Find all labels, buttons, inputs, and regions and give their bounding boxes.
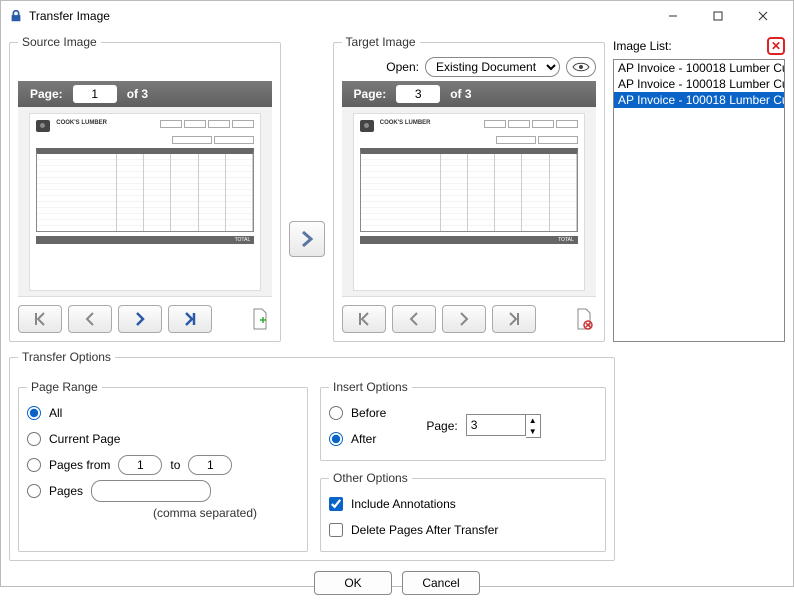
- image-list[interactable]: AP Invoice - 100018 Lumber Cuts - AP Inv…: [613, 59, 785, 342]
- page-range-to-input[interactable]: [188, 455, 232, 475]
- target-next-page-button[interactable]: [442, 305, 486, 333]
- view-button[interactable]: [566, 57, 596, 77]
- source-image-group: Source Image Page: 1 of 3 COOK'S LUMBER …: [9, 35, 281, 342]
- page-range-pages-radio[interactable]: [27, 484, 41, 498]
- other-options-group: Other Options Include Annotations Delete…: [320, 471, 606, 552]
- page-range-all-label: All: [49, 406, 62, 420]
- target-first-page-button[interactable]: [342, 305, 386, 333]
- other-options-legend: Other Options: [329, 471, 412, 485]
- source-next-page-button[interactable]: [118, 305, 162, 333]
- open-select[interactable]: Existing Document: [425, 57, 560, 77]
- source-document-thumbnail: COOK'S LUMBER TOTAL: [30, 114, 260, 290]
- target-pagebar: Page: 3 of 3: [342, 81, 596, 107]
- delete-after-checkbox[interactable]: [329, 523, 343, 537]
- page-range-current-label: Current Page: [49, 432, 120, 446]
- target-legend: Target Image: [342, 35, 420, 49]
- insert-options-group: Insert Options Before After Page: ▲▼: [320, 380, 606, 461]
- page-range-pages-label: Pages: [49, 484, 83, 498]
- page-range-from-radio[interactable]: [27, 458, 41, 472]
- target-image-group: Target Image Open: Existing Document Pag…: [333, 35, 605, 342]
- source-pagebar: Page: 1 of 3: [18, 81, 272, 107]
- insert-after-radio[interactable]: [329, 432, 343, 446]
- transfer-arrow-button[interactable]: [289, 221, 324, 257]
- insert-before-radio[interactable]: [329, 406, 343, 420]
- image-list-close-button[interactable]: ✕: [767, 37, 785, 55]
- target-page-number[interactable]: 3: [396, 85, 440, 103]
- page-range-group: Page Range All Current Page Pages from t…: [18, 380, 308, 552]
- list-item[interactable]: AP Invoice - 100018 Lumber Cuts -: [614, 76, 784, 92]
- source-first-page-button[interactable]: [18, 305, 62, 333]
- include-annotations-label: Include Annotations: [351, 497, 456, 511]
- insert-page-label: Page:: [426, 419, 457, 433]
- insert-options-legend: Insert Options: [329, 380, 412, 394]
- open-label: Open:: [386, 60, 419, 74]
- transfer-options-group: Transfer Options Page Range All Current …: [9, 350, 615, 561]
- page-range-pages-input[interactable]: [91, 480, 211, 502]
- source-last-page-button[interactable]: [168, 305, 212, 333]
- include-annotations-checkbox[interactable]: [329, 497, 343, 511]
- page-spin-down[interactable]: ▼: [526, 426, 540, 437]
- source-page-number[interactable]: 1: [73, 85, 117, 103]
- close-button[interactable]: [740, 1, 785, 31]
- page-range-to-label: to: [170, 458, 180, 472]
- transfer-options-legend: Transfer Options: [18, 350, 115, 364]
- ok-button[interactable]: OK: [314, 571, 392, 595]
- window-title: Transfer Image: [29, 9, 650, 23]
- maximize-button[interactable]: [695, 1, 740, 31]
- target-document-thumbnail: COOK'S LUMBER TOTAL: [354, 114, 584, 290]
- titlebar: Transfer Image: [1, 1, 793, 31]
- page-range-current-radio[interactable]: [27, 432, 41, 446]
- insert-after-label: After: [351, 432, 376, 446]
- page-range-hint: (comma separated): [111, 506, 299, 520]
- source-legend: Source Image: [18, 35, 101, 49]
- page-spin-up[interactable]: ▲: [526, 415, 540, 426]
- image-list-label: Image List:: [613, 39, 672, 53]
- source-preview: COOK'S LUMBER TOTAL: [18, 107, 272, 297]
- page-range-from-input[interactable]: [118, 455, 162, 475]
- insert-before-label: Before: [351, 406, 386, 420]
- list-item[interactable]: AP Invoice - 100018 Lumber Cuts -: [614, 60, 784, 76]
- source-add-page-icon[interactable]: [248, 305, 272, 333]
- target-last-page-button[interactable]: [492, 305, 536, 333]
- source-prev-page-button[interactable]: [68, 305, 112, 333]
- list-item[interactable]: AP Invoice - 100018 Lumber Cuts -: [614, 92, 784, 108]
- lock-icon: [9, 9, 23, 23]
- delete-after-label: Delete Pages After Transfer: [351, 523, 498, 537]
- target-page-label: Page:: [354, 87, 387, 101]
- insert-page-input[interactable]: [466, 414, 526, 436]
- target-page-of: of 3: [450, 87, 471, 101]
- minimize-button[interactable]: [650, 1, 695, 31]
- target-remove-page-icon[interactable]: [572, 305, 596, 333]
- cancel-button[interactable]: Cancel: [402, 571, 480, 595]
- page-range-from-label: Pages from: [49, 458, 110, 472]
- page-range-legend: Page Range: [27, 380, 102, 394]
- source-page-label: Page:: [30, 87, 63, 101]
- target-preview: COOK'S LUMBER TOTAL: [342, 107, 596, 297]
- source-page-of: of 3: [127, 87, 148, 101]
- page-range-all-radio[interactable]: [27, 406, 41, 420]
- target-prev-page-button[interactable]: [392, 305, 436, 333]
